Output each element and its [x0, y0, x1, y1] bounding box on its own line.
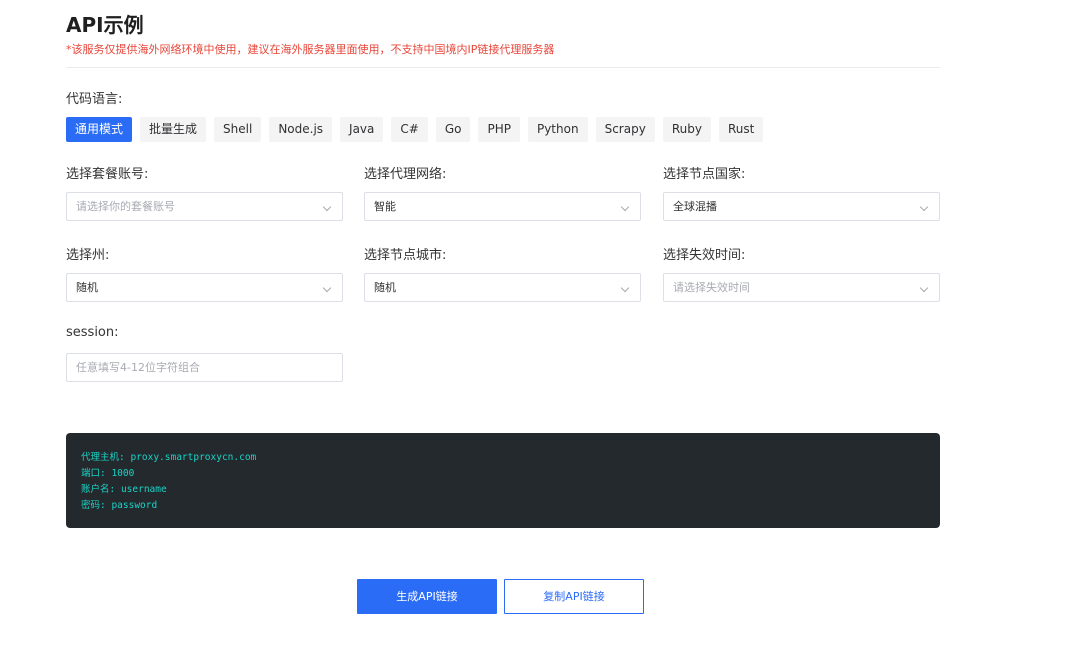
tab-general-mode[interactable]: 通用模式 [66, 117, 133, 142]
state-select[interactable]: 随机 [66, 273, 343, 302]
copy-api-link-button[interactable]: 复制API链接 [504, 579, 644, 614]
code-line-username: 账户名: username [81, 484, 167, 495]
code-language-tabs: 通用模式 批量生成 Shell Node.js Java C# Go PHP P… [66, 117, 764, 142]
tab-rust[interactable]: Rust [718, 117, 764, 142]
chevron-down-icon [322, 283, 332, 293]
chevron-down-icon [919, 283, 929, 293]
package-account-placeholder: 请选择你的套餐账号 [76, 200, 175, 213]
expiry-placeholder: 请选择失效时间 [673, 281, 750, 294]
proxy-network-value: 智能 [374, 200, 396, 213]
tab-csharp[interactable]: C# [391, 117, 428, 142]
chevron-down-icon [322, 202, 332, 212]
expiry-select[interactable]: 请选择失效时间 [663, 273, 940, 302]
divider [66, 67, 940, 68]
chevron-down-icon [919, 202, 929, 212]
node-country-value: 全球混播 [673, 200, 717, 213]
code-line-password: 密码: password [81, 500, 158, 511]
node-country-select[interactable]: 全球混播 [663, 192, 940, 221]
tab-shell[interactable]: Shell [214, 117, 262, 142]
node-city-value: 随机 [374, 281, 396, 294]
package-account-select[interactable]: 请选择你的套餐账号 [66, 192, 343, 221]
generate-api-link-button[interactable]: 生成API链接 [357, 579, 497, 614]
node-city-select[interactable]: 随机 [364, 273, 641, 302]
session-label: session: [66, 325, 119, 340]
code-language-label: 代码语言: [66, 92, 123, 107]
service-notice: *该服务仅提供海外网络环境中使用，建议在海外服务器里面使用，不支持中国境内IP链… [66, 43, 555, 56]
expiry-label: 选择失效时间: [663, 248, 746, 263]
tab-nodejs[interactable]: Node.js [269, 117, 333, 142]
proxy-network-label: 选择代理网络: [364, 167, 447, 182]
proxy-network-select[interactable]: 智能 [364, 192, 641, 221]
tab-ruby[interactable]: Ruby [662, 117, 711, 142]
page-title: API示例 [66, 13, 144, 37]
state-label: 选择州: [66, 248, 110, 263]
tab-batch-generate[interactable]: 批量生成 [140, 117, 207, 142]
tab-python[interactable]: Python [527, 117, 588, 142]
package-account-label: 选择套餐账号: [66, 167, 149, 182]
tab-go[interactable]: Go [435, 117, 471, 142]
node-city-label: 选择节点城市: [364, 248, 447, 263]
tab-scrapy[interactable]: Scrapy [595, 117, 655, 142]
code-line-host: 代理主机: proxy.smartproxycn.com [81, 452, 257, 463]
session-input[interactable] [66, 353, 343, 382]
tab-php[interactable]: PHP [478, 117, 520, 142]
chevron-down-icon [620, 202, 630, 212]
state-value: 随机 [76, 281, 98, 294]
code-output-panel: 代理主机: proxy.smartproxycn.com 端口: 1000 账户… [66, 433, 940, 528]
tab-java[interactable]: Java [340, 117, 384, 142]
node-country-label: 选择节点国家: [663, 167, 746, 182]
chevron-down-icon [620, 283, 630, 293]
code-line-port: 端口: 1000 [81, 468, 135, 479]
